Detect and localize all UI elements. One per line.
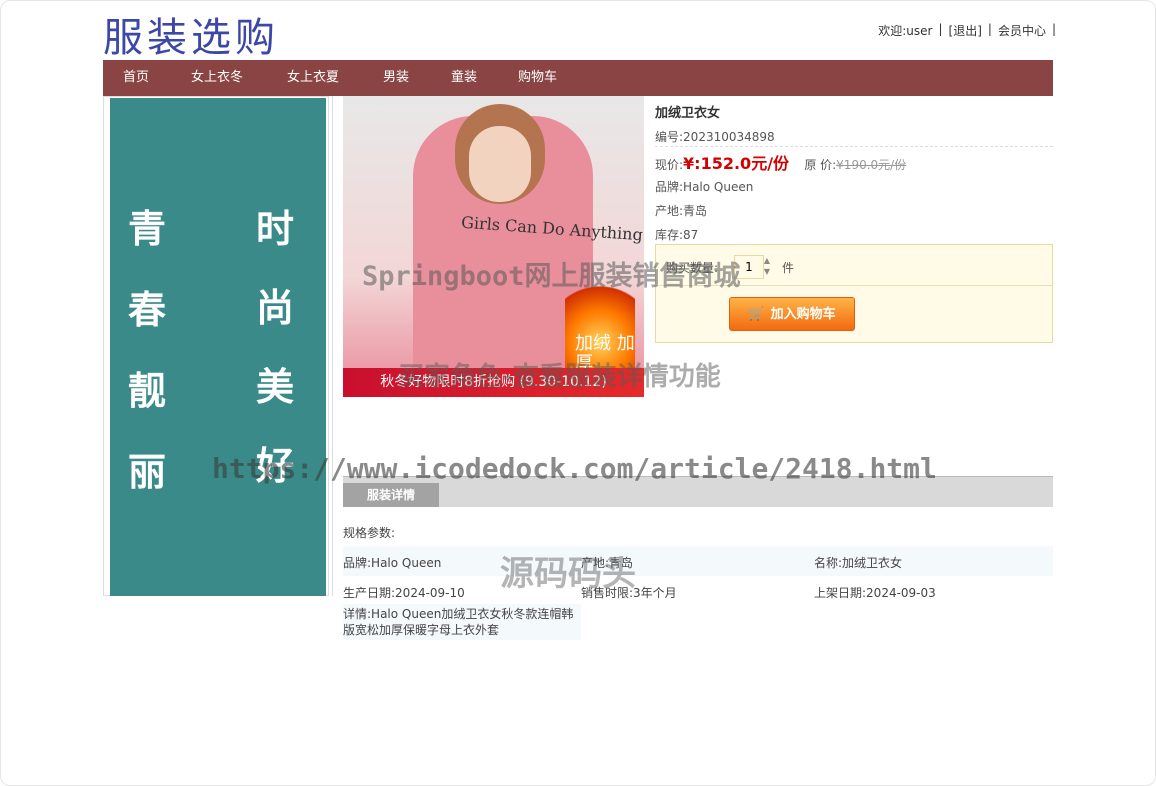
quantity-unit: 件	[782, 261, 795, 275]
spec-name: 名称:加绒卫衣女	[814, 556, 903, 570]
nav-item-kids[interactable]: 童装	[451, 60, 477, 96]
banner-char: 春	[128, 287, 167, 332]
original-price-label: 原 价:	[804, 158, 837, 172]
spec-row: 生产日期:2024-09-10 销售时限:3年个月 上架日期:2024-09-0…	[343, 576, 1053, 606]
current-price: ¥:152.0元/份	[683, 154, 790, 173]
banner-char: 青	[128, 206, 167, 251]
watermark: https://www.icodedock.com/article/2418.h…	[212, 452, 937, 485]
product-code: 编号:202310034898	[655, 130, 775, 144]
nav-item-women-winter[interactable]: 女上衣冬	[191, 60, 243, 96]
add-to-cart-button[interactable]: 🛒 加入购物车	[729, 297, 855, 331]
price-row: 现价:¥:152.0元/份 原 价:¥190.0元/份	[655, 150, 906, 174]
separator: |	[938, 22, 943, 36]
banner-column-left: 青 春 靓 丽	[128, 198, 166, 496]
watermark: 买家角色-查看服装详情功能	[398, 362, 721, 392]
spec-listing-date: 上架日期:2024-09-03	[814, 586, 936, 600]
nav-item-men[interactable]: 男装	[383, 60, 409, 96]
add-to-cart-label: 加入购物车	[770, 307, 836, 322]
banner-char: 时	[256, 206, 295, 251]
member-center-link[interactable]: 会员中心	[998, 22, 1046, 39]
banner-char: 靓	[128, 368, 167, 413]
welcome-text: 欢迎:user	[878, 24, 933, 38]
watermark: 源码码头	[500, 554, 636, 594]
nav-item-women-summer[interactable]: 女上衣夏	[287, 60, 339, 96]
separator: |	[987, 22, 992, 36]
origin: 产地:青岛	[655, 204, 708, 218]
banner-column-right: 时 尚 美 好	[256, 198, 294, 490]
banner-char: 丽	[128, 449, 167, 494]
main-nav: 首页 女上衣冬 女上衣夏 男装 童装 购物车	[103, 60, 1053, 96]
brand: 品牌:Halo Queen	[655, 180, 754, 194]
banner-char: 尚	[256, 285, 295, 330]
face-shape	[469, 126, 531, 202]
original-price: ¥190.0元/份	[836, 158, 907, 172]
content-divider	[332, 96, 333, 596]
banner-char: 美	[256, 364, 295, 409]
top-links: 欢迎:user | [退出] | 会员中心 |	[878, 22, 1056, 39]
cart-icon: 🛒	[748, 307, 765, 322]
nav-item-home[interactable]: 首页	[123, 60, 149, 96]
spec-row: 品牌:Halo Queen 产地:青岛 名称:加绒卫衣女	[343, 546, 1053, 576]
price-label: 现价:	[655, 158, 684, 172]
spec-title: 规格参数:	[343, 526, 396, 540]
info-divider	[655, 146, 1053, 147]
spec-production-date: 生产日期:2024-09-10	[343, 586, 465, 600]
separator: |	[1051, 22, 1056, 36]
sidebar-banner[interactable]: 青 春 靓 丽 时 尚 美 好	[110, 98, 326, 596]
logout-link[interactable]: [退出]	[949, 22, 982, 39]
product-name: 加绒卫衣女	[655, 106, 721, 121]
site-logo[interactable]: 服装选购	[103, 12, 279, 64]
tab-product-detail[interactable]: 服装详情	[343, 483, 439, 507]
nav-item-cart[interactable]: 购物车	[518, 60, 557, 96]
sidebar: 青 春 靓 丽 时 尚 美 好	[103, 96, 329, 596]
quantity-stepper[interactable]: ▲ ▼	[762, 255, 772, 277]
spec-brand: 品牌:Halo Queen	[343, 556, 442, 570]
watermark: Springboot网上服装销售商城	[362, 261, 741, 292]
product-image[interactable]: Girls Can Do Anything 加绒 加厚 秋冬好物限时8折抢购 (…	[343, 96, 644, 397]
stock: 库存:87	[655, 228, 699, 242]
product-description: 详情:Halo Queen加绒卫衣女秋冬款连帽韩版宽松加厚保暖字母上衣外套	[343, 604, 581, 640]
